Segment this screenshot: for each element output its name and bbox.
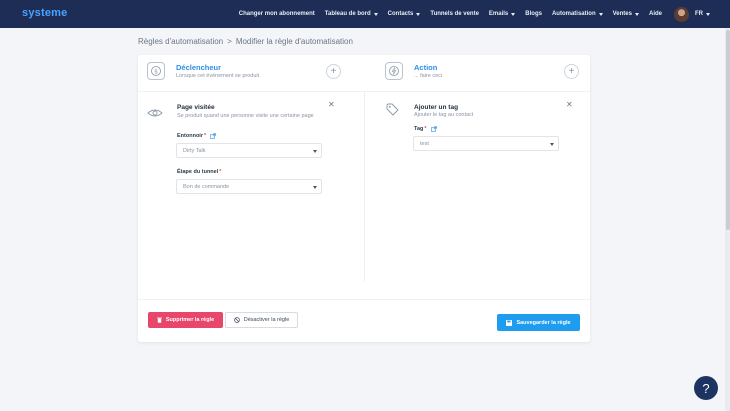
- add-trigger-button[interactable]: +: [326, 64, 341, 79]
- systeme-logo[interactable]: systeme: [22, 7, 67, 19]
- nav-contacts[interactable]: Contacts: [388, 11, 421, 17]
- nav-dashboard[interactable]: Tableau de bord: [325, 11, 378, 17]
- automation-rule-card: $ Déclencheur Lorsque cet événement se p…: [138, 55, 590, 342]
- funnel-label: Entonnoir *: [177, 133, 216, 139]
- funnel-step-select[interactable]: Bon de commande: [176, 179, 322, 194]
- disable-rule-button[interactable]: Désactiver la règle: [225, 312, 298, 328]
- nav-help[interactable]: Aide: [649, 11, 662, 17]
- trigger-title: Déclencheur: [176, 63, 222, 72]
- nav-change-subscription[interactable]: Changer mon abonnement: [239, 11, 315, 17]
- dollar-cycle-icon: $: [147, 62, 165, 80]
- floppy-disk-icon: [506, 319, 513, 326]
- breadcrumb-separator: >: [227, 37, 232, 46]
- breadcrumb: Règles d'automatisation > Modifier la rè…: [138, 37, 353, 46]
- svg-text:$: $: [154, 68, 158, 75]
- close-icon: ✕: [328, 100, 335, 109]
- scrollbar-thumb[interactable]: [726, 30, 730, 230]
- chevron-down-icon: [313, 186, 317, 189]
- chevron-down-icon: [550, 143, 554, 146]
- trash-icon: [156, 317, 162, 323]
- action-item-description: Ajouter le tag au contact: [414, 112, 474, 118]
- plus-icon: +: [568, 65, 575, 77]
- tag-label: Tag *: [414, 126, 437, 132]
- tag-icon: [386, 103, 399, 121]
- chevron-down-icon: [416, 12, 421, 16]
- breadcrumb-current: Modifier la règle d'automatisation: [235, 37, 353, 46]
- action-item-title: Ajouter un tag: [414, 104, 459, 111]
- avatar[interactable]: [674, 6, 689, 22]
- remove-action-button[interactable]: ✕: [566, 100, 573, 109]
- breadcrumb-parent[interactable]: Règles d'automatisation: [138, 37, 223, 46]
- nav-sales[interactable]: Ventes: [613, 11, 639, 17]
- eye-icon: [147, 105, 163, 123]
- main-nav: Changer mon abonnement Tableau de bord C…: [229, 0, 710, 28]
- nav-automation[interactable]: Automatisation: [552, 11, 603, 17]
- delete-rule-button[interactable]: Supprimer la règle: [148, 312, 223, 328]
- funnel-select[interactable]: Dirty Talk: [176, 143, 322, 158]
- top-navigation-bar: systeme Changer mon abonnement Tableau d…: [0, 0, 730, 28]
- nav-emails[interactable]: Emails: [489, 11, 516, 17]
- footer-divider: [138, 299, 590, 300]
- column-divider: [364, 91, 365, 281]
- chevron-down-icon: [511, 12, 516, 16]
- tag-select[interactable]: test: [413, 136, 559, 151]
- chevron-down-icon: [373, 12, 378, 16]
- nav-blogs[interactable]: Blogs: [525, 11, 542, 17]
- chevron-down-icon: [634, 12, 639, 16]
- ban-icon: [233, 317, 240, 323]
- external-link-icon[interactable]: [210, 133, 216, 139]
- trigger-item-description: Se produit quand une personne visite une…: [177, 113, 314, 119]
- close-icon: ✕: [566, 100, 573, 109]
- action-subtitle: ... faire ceci: [414, 73, 443, 79]
- remove-trigger-button[interactable]: ✕: [328, 100, 335, 109]
- trigger-subtitle: Lorsque cet événement se produit: [176, 73, 260, 79]
- action-title: Action: [414, 63, 438, 72]
- add-action-button[interactable]: +: [564, 64, 579, 79]
- funnel-step-label: Étape du tunnel *: [177, 169, 222, 175]
- chevron-down-icon: [706, 12, 710, 16]
- trigger-item-title: Page visitée: [177, 104, 215, 111]
- save-rule-button[interactable]: Sauvegarder la règle: [497, 314, 580, 331]
- lightning-icon: [385, 62, 403, 80]
- plus-icon: +: [330, 65, 337, 77]
- chevron-down-icon: [313, 150, 317, 153]
- nav-sales-funnels[interactable]: Tunnels de vente: [430, 11, 479, 17]
- external-link-icon[interactable]: [430, 126, 437, 132]
- language-selector[interactable]: FR: [695, 11, 710, 17]
- chevron-down-icon: [598, 12, 603, 16]
- help-chat-button[interactable]: ?: [694, 376, 718, 400]
